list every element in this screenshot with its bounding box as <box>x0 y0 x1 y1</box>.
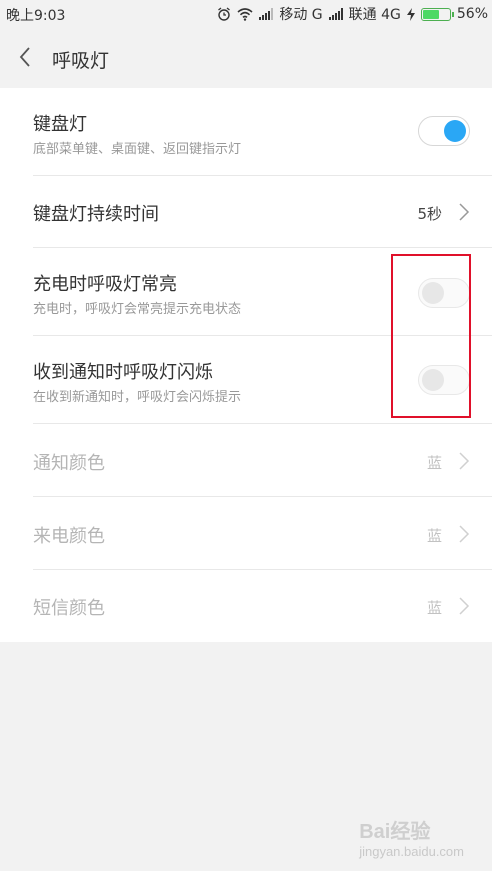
setting-title: 来电颜色 <box>33 526 105 547</box>
setting-title: 键盘灯 <box>33 114 87 135</box>
alarm-icon <box>218 7 231 21</box>
status-time: 晚上9:03 <box>6 8 66 24</box>
carrier-2: 联通 4G <box>348 7 401 23</box>
highlight-box <box>391 254 471 418</box>
carrier-1: 移动 G <box>279 7 323 23</box>
setting-title: 充电时呼吸灯常亮 <box>33 274 177 295</box>
baidu-watermark: Bai经验 jingyan.baidu.com <box>359 815 464 859</box>
setting-title: 收到通知时呼吸灯闪烁 <box>33 362 213 383</box>
setting-call-color[interactable]: 来电颜色 蓝 <box>0 497 492 570</box>
setting-title: 通知颜色 <box>33 453 105 474</box>
wifi-icon <box>237 7 253 21</box>
header: 呼吸灯 <box>0 26 492 88</box>
setting-subtitle: 底部菜单键、桌面键、返回键指示灯 <box>33 142 242 157</box>
watermark-brand2: 经验 <box>390 821 431 843</box>
chevron-right-icon <box>459 203 470 221</box>
status-icons: 移动 G 联通 4G 56% <box>217 4 488 24</box>
chevron-right-icon <box>459 452 470 470</box>
watermark-url: jingyan.baidu.com <box>359 844 464 859</box>
keyboard-light-toggle[interactable] <box>418 116 470 146</box>
signal-icon-2 <box>328 8 343 20</box>
battery-icon <box>420 7 454 21</box>
chevron-right-icon <box>459 597 470 615</box>
setting-value: 蓝 <box>426 599 442 617</box>
setting-keyboard-light[interactable]: 键盘灯 底部菜单键、桌面键、返回键指示灯 <box>0 88 492 176</box>
charging-icon <box>406 7 415 21</box>
setting-title: 短信颜色 <box>33 598 105 619</box>
setting-sms-color[interactable]: 短信颜色 蓝 <box>0 570 492 642</box>
setting-subtitle: 充电时，呼吸灯会常亮提示充电状态 <box>33 302 242 317</box>
setting-value: 5秒 <box>417 205 442 223</box>
signal-icon <box>259 8 274 20</box>
watermark-brand: Bai <box>359 821 391 843</box>
page-title: 呼吸灯 <box>52 50 110 72</box>
chevron-right-icon <box>459 525 470 543</box>
setting-notification-color[interactable]: 通知颜色 蓝 <box>0 424 492 497</box>
setting-value: 蓝 <box>426 527 442 545</box>
battery-fill <box>422 9 439 19</box>
setting-keyboard-light-duration[interactable]: 键盘灯持续时间 5秒 <box>0 176 492 248</box>
setting-title: 键盘灯持续时间 <box>33 204 159 225</box>
battery-percent: 56% <box>456 6 488 22</box>
setting-subtitle: 在收到新通知时，呼吸灯会闪烁提示 <box>33 390 242 405</box>
status-bar: 晚上9:03 移动 G 联通 4G 56% <box>0 0 492 26</box>
back-arrow-icon[interactable] <box>14 40 38 74</box>
setting-value: 蓝 <box>426 454 442 472</box>
